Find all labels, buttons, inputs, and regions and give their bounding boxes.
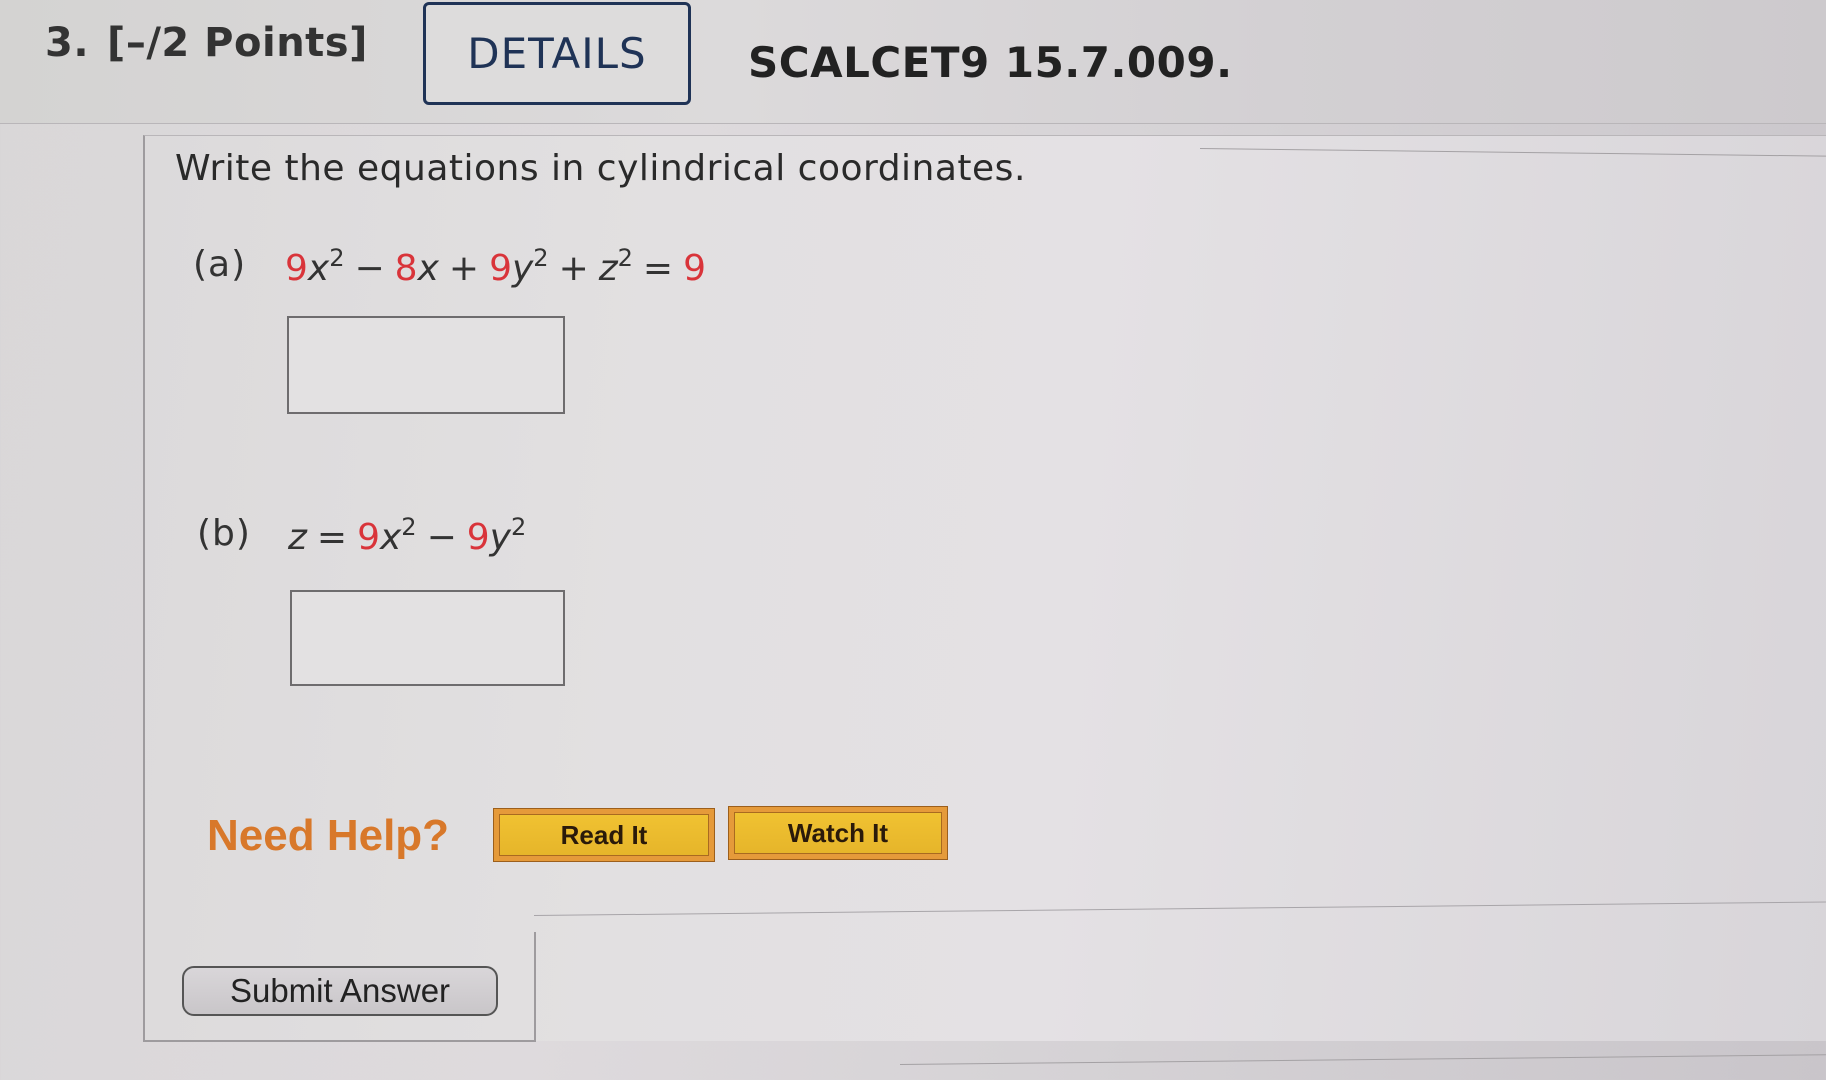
part-a-equation: 9x2−8x +9y2 + z2 = 9 <box>285 244 706 289</box>
question-heading: 3. [–/2 Points] <box>45 20 368 66</box>
exponent: 2 <box>401 513 417 541</box>
coefficient: 9 <box>285 248 308 289</box>
rhs-constant: 9 <box>683 248 706 289</box>
submit-answer-button[interactable]: Submit Answer <box>182 966 498 1016</box>
variable: x <box>307 248 330 289</box>
part-a-label: (a) <box>193 244 247 285</box>
card-border-notch <box>534 932 536 1040</box>
watch-it-label: Watch It <box>734 812 942 854</box>
exponent: 2 <box>533 244 549 272</box>
exponent: 2 <box>329 244 345 272</box>
coefficient: 9 <box>466 517 490 558</box>
question-number: 3. <box>45 20 90 66</box>
need-help-label: Need Help? <box>207 811 450 860</box>
coefficient: 9 <box>357 517 380 558</box>
problem-id: SCALCET9 15.7.009. <box>748 38 1233 87</box>
exponent: 2 <box>510 513 527 541</box>
variable: x <box>417 248 439 289</box>
variable: z <box>598 248 618 289</box>
variable: x <box>379 517 402 558</box>
read-it-label: Read It <box>499 814 709 856</box>
operator: + <box>448 248 480 289</box>
card-border-bottom <box>143 1040 536 1042</box>
divider-line <box>899 1054 1826 1065</box>
coefficient: 8 <box>394 248 418 289</box>
operator: = <box>642 248 674 289</box>
operator: − <box>354 248 385 289</box>
part-b-equation: z = 9x2−9y2 <box>288 513 526 558</box>
exponent: 2 <box>617 244 633 272</box>
operator: − <box>426 517 457 558</box>
part-b-answer-input[interactable] <box>290 590 565 686</box>
points-label: [–/2 Points] <box>107 20 368 66</box>
operator: + <box>558 248 589 289</box>
operator: = <box>316 517 348 558</box>
variable: z <box>288 517 307 558</box>
read-it-button[interactable]: Read It <box>493 808 715 862</box>
variable: y <box>489 517 511 558</box>
part-a-answer-input[interactable] <box>287 316 565 414</box>
coefficient: 9 <box>489 248 512 289</box>
details-button[interactable]: DETAILS <box>423 2 691 105</box>
variable: y <box>511 248 534 289</box>
question-prompt: Write the equations in cylindrical coord… <box>175 148 1026 189</box>
watch-it-button[interactable]: Watch It <box>728 806 948 860</box>
part-b-label: (b) <box>197 513 251 554</box>
